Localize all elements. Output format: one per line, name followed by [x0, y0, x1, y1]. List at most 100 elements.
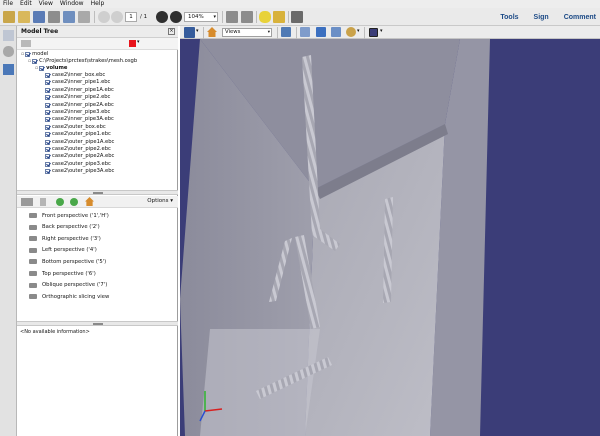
menu-view[interactable]: View: [39, 0, 53, 8]
checkbox-icon[interactable]: [45, 110, 50, 115]
tree-item[interactable]: case2\inner_pipe1A.ebc: [45, 87, 114, 94]
checkbox-icon[interactable]: [45, 161, 50, 167]
tree-item[interactable]: case2\outer_box.ebc: [45, 124, 106, 131]
checkbox-icon[interactable]: [45, 102, 50, 108]
tree-item[interactable]: case2\inner_pipe2A.ebc: [45, 102, 114, 109]
view-item[interactable]: Oblique perspective ('7'): [29, 280, 107, 291]
tree-item[interactable]: case2\outer_pipe2.ebc: [45, 146, 111, 153]
tree-item[interactable]: case2\outer_pipe3A.ebc: [45, 168, 114, 175]
3d-scene[interactable]: [180, 39, 600, 436]
menu-help[interactable]: Help: [91, 0, 105, 8]
tree-item[interactable]: case2\inner_pipe2.ebc: [45, 94, 110, 101]
zoom-out-icon[interactable]: [156, 11, 168, 23]
comment-icon[interactable]: [259, 11, 271, 23]
read-mode-icon[interactable]: [241, 11, 253, 23]
tree-file-node[interactable]: ▫ C:\Projects\prctest\strakes\mesh.osgb: [28, 58, 137, 65]
checkbox-icon[interactable]: [25, 52, 31, 57]
camera-icon[interactable]: [21, 198, 33, 206]
tree-item[interactable]: case2\inner_pipe3A.ebc: [45, 116, 114, 123]
chevron-down-icon[interactable]: ▾: [137, 39, 140, 45]
view-item[interactable]: Front perspective ('1','H'): [29, 210, 109, 221]
tree-item[interactable]: case2\outer_pipe1A.ebc: [45, 139, 114, 146]
tree-item[interactable]: case2\inner_box.ebc: [45, 72, 105, 79]
splitter-grip[interactable]: [93, 192, 103, 194]
highlight-icon[interactable]: [273, 11, 285, 23]
checkbox-icon[interactable]: [45, 132, 50, 138]
menu-edit[interactable]: Edit: [20, 0, 32, 8]
tree-item[interactable]: case2\inner_pipe1.ebc: [45, 79, 110, 86]
checkbox-icon[interactable]: [45, 139, 50, 145]
chevron-down-icon[interactable]: ▾: [196, 28, 199, 34]
print-icon[interactable]: [48, 11, 60, 23]
next-view-icon[interactable]: [70, 198, 78, 206]
chevron-down-icon[interactable]: ▾: [357, 28, 360, 34]
cross-section-icon[interactable]: [346, 27, 356, 37]
view-item[interactable]: Bottom perspective ('5'): [29, 256, 106, 267]
checkbox-icon[interactable]: [45, 87, 50, 93]
views-options-menu[interactable]: Options ▾: [147, 198, 173, 204]
next-page-icon[interactable]: [111, 11, 123, 23]
render-mode-icon[interactable]: [316, 27, 326, 37]
tree-item[interactable]: case2\outer_pipe2A.ebc: [45, 153, 114, 160]
share-icon[interactable]: [78, 11, 90, 23]
tools-link[interactable]: Tools: [500, 14, 518, 21]
splitter-grip[interactable]: [93, 323, 103, 325]
projection-icon[interactable]: [300, 27, 310, 37]
checkbox-icon[interactable]: [45, 124, 50, 130]
checkbox-icon[interactable]: [39, 66, 45, 71]
checkbox-icon[interactable]: [45, 147, 50, 152]
checkbox-icon[interactable]: [45, 95, 50, 101]
save-icon[interactable]: [33, 11, 45, 23]
collapse-icon[interactable]: ▫: [28, 58, 31, 65]
previous-view-icon[interactable]: [56, 198, 64, 206]
view-item[interactable]: Right perspective ('3'): [29, 233, 101, 244]
pages-icon[interactable]: [3, 30, 14, 41]
tree-root[interactable]: ▫ model: [21, 51, 48, 58]
zoom-in-icon[interactable]: [170, 11, 182, 23]
options-menu-icon[interactable]: [21, 40, 31, 47]
zoom-level-select[interactable]: 104% ▾: [184, 12, 218, 22]
chevron-down-icon[interactable]: ▾: [380, 28, 383, 34]
delete-icon[interactable]: [40, 198, 46, 206]
close-icon[interactable]: ×: [168, 28, 175, 35]
expand-icon[interactable]: [291, 11, 303, 23]
view-item[interactable]: Left perspective ('4'): [29, 245, 97, 256]
home-view-icon[interactable]: [207, 27, 217, 37]
view-item[interactable]: Back perspective ('2'): [29, 222, 100, 233]
sign-link[interactable]: Sign: [534, 14, 549, 21]
checkbox-icon[interactable]: [32, 59, 38, 64]
background-color-icon[interactable]: [369, 28, 378, 37]
checkbox-icon[interactable]: [45, 169, 50, 175]
menu-file[interactable]: File: [3, 0, 13, 8]
page-number-input[interactable]: 1: [125, 12, 137, 22]
email-icon[interactable]: [63, 11, 75, 23]
panel-splitter[interactable]: [17, 190, 178, 195]
views-select[interactable]: Views ▾: [222, 28, 272, 37]
collapse-icon[interactable]: ▫: [21, 51, 24, 58]
checkbox-icon[interactable]: [45, 80, 50, 86]
checkbox-icon[interactable]: [45, 154, 50, 160]
toggle-model-tree-icon[interactable]: [281, 27, 291, 37]
view-item[interactable]: Top perspective ('6'): [29, 268, 96, 279]
tree-item[interactable]: case2\outer_pipe1.ebc: [45, 131, 111, 138]
attachments-icon[interactable]: [3, 46, 14, 57]
model-tree-icon[interactable]: [3, 64, 14, 75]
checkbox-icon[interactable]: [45, 73, 50, 78]
lighting-icon[interactable]: [331, 27, 341, 37]
3d-viewport[interactable]: [180, 39, 600, 436]
tree-item[interactable]: case2\inner_pipe3.ebc: [45, 109, 110, 116]
menu-window[interactable]: Window: [60, 0, 84, 8]
previous-page-icon[interactable]: [98, 11, 110, 23]
view-item[interactable]: Orthographic slicing view: [29, 291, 109, 302]
tree-group-node[interactable]: ▫ volume: [35, 65, 67, 72]
comment-link[interactable]: Comment: [564, 14, 596, 21]
checkbox-icon[interactable]: [45, 117, 50, 123]
rotate-tool-icon[interactable]: [184, 27, 195, 38]
color-swatch-icon[interactable]: [129, 40, 136, 47]
fit-page-icon[interactable]: [226, 11, 238, 23]
collapse-icon[interactable]: ▫: [35, 65, 38, 72]
create-pdf-icon[interactable]: [3, 11, 15, 23]
open-folder-icon[interactable]: [18, 11, 30, 23]
home-view-icon[interactable]: [85, 197, 94, 206]
tree-item[interactable]: case2\outer_pipe3.ebc: [45, 161, 111, 168]
